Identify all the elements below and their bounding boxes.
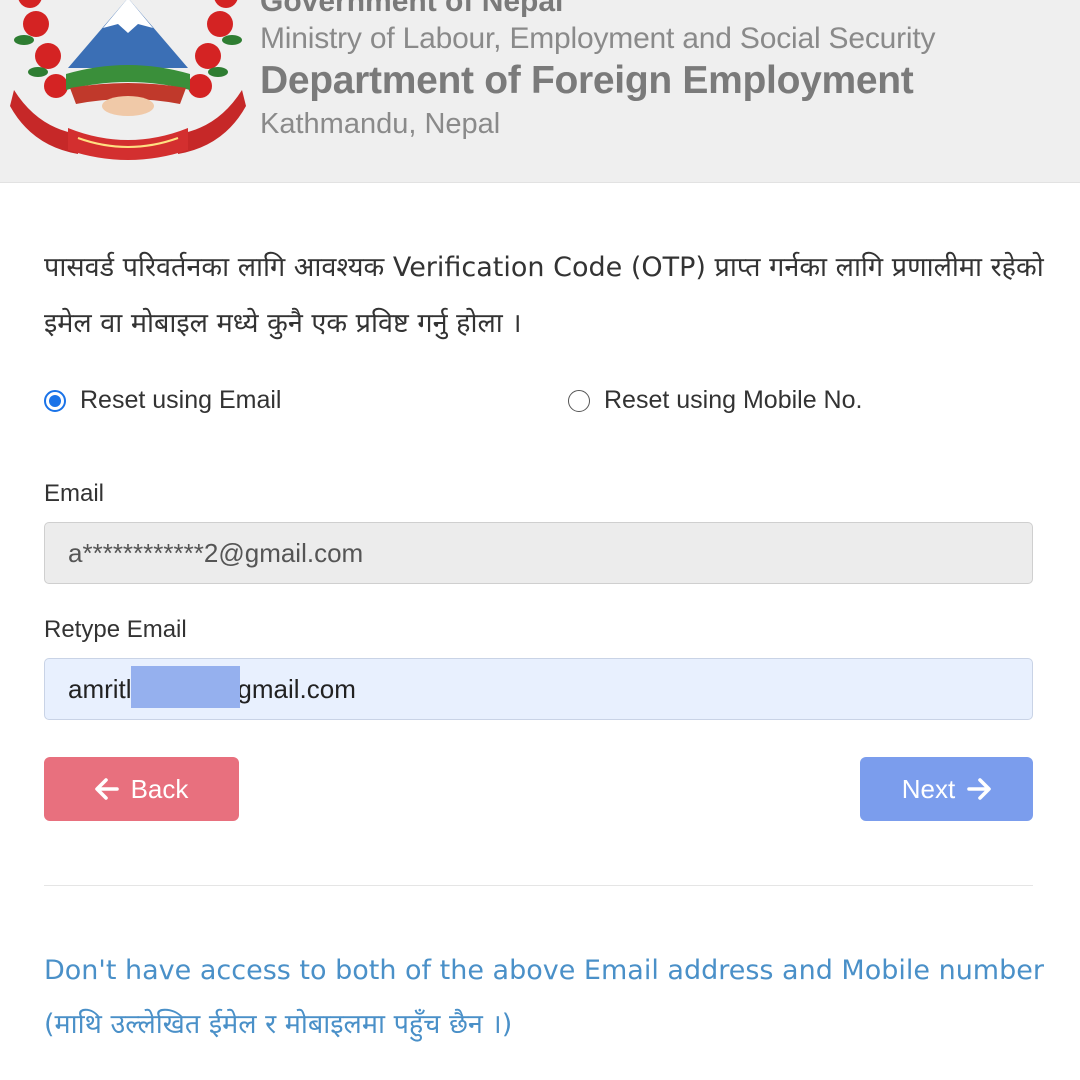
government-title: Government of Nepal: [260, 0, 564, 18]
email-label: Email: [44, 480, 105, 507]
section-divider: [44, 885, 1033, 886]
no-access-link[interactable]: Don't have access to both of the above E…: [44, 944, 1044, 1052]
retype-email-label: Retype Email: [44, 616, 187, 643]
radio-reset-mobile-label: Reset using Mobile No.: [604, 386, 863, 414]
nepal-emblem-icon: [10, 0, 246, 160]
back-button[interactable]: Back: [44, 757, 239, 821]
radio-selected-icon[interactable]: [44, 389, 66, 412]
otp-instructions: पासवर्ड परिवर्तनका लागि आवश्यक Verificat…: [44, 252, 1044, 339]
email-field[interactable]: [44, 522, 1033, 584]
arrow-right-icon: [967, 778, 992, 800]
city-label: Kathmandu, Nepal: [260, 108, 501, 140]
radio-unselected-icon[interactable]: [568, 389, 590, 412]
next-button-label: Next: [901, 773, 956, 804]
redaction-box: [131, 666, 240, 708]
radio-reset-mobile[interactable]: Reset using Mobile No.: [568, 386, 862, 415]
back-button-label: Back: [130, 773, 189, 804]
arrow-left-icon: [94, 778, 119, 800]
radio-reset-email-label: Reset using Email: [80, 386, 282, 414]
page-header: Government of Nepal Ministry of Labour, …: [0, 0, 1080, 183]
radio-reset-email[interactable]: Reset using Email: [44, 386, 281, 415]
next-button[interactable]: Next: [860, 757, 1033, 821]
department-title: Department of Foreign Employment: [260, 59, 914, 102]
ministry-title: Ministry of Labour, Employment and Socia…: [260, 22, 936, 55]
